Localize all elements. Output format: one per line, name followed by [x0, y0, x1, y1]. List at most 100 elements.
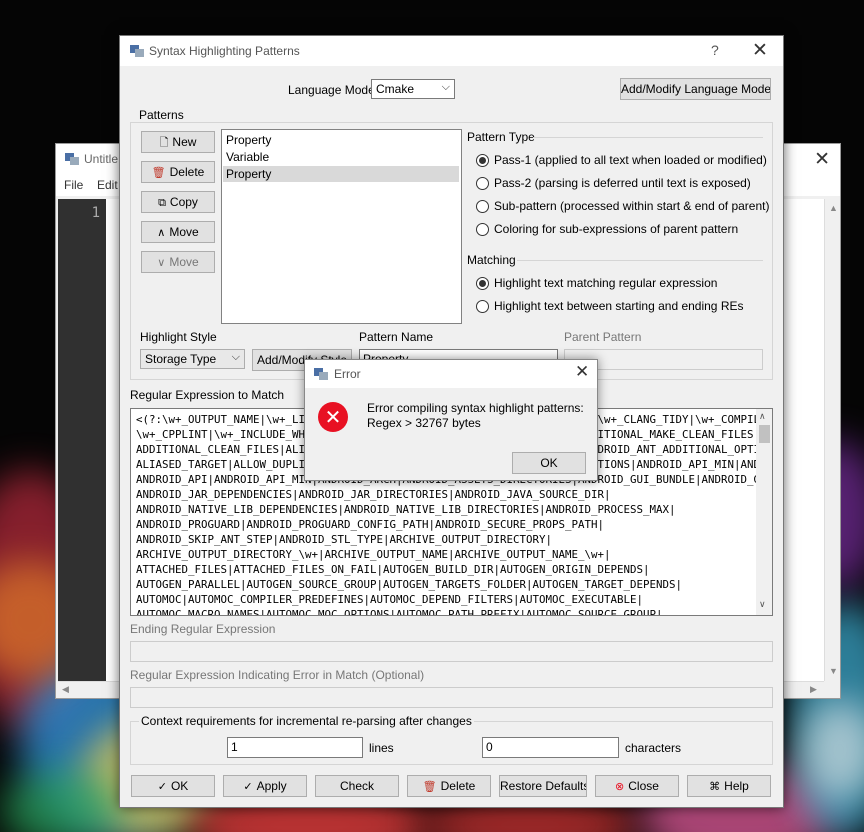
pass2-label: Pass-2 (parsing is deferred until text i…: [494, 176, 751, 190]
line-number: 1: [91, 205, 100, 221]
pattern-list[interactable]: Property Variable Property: [221, 129, 462, 324]
app-icon: [130, 45, 144, 57]
trash-icon: 🗑: [422, 781, 437, 793]
pattern-type-divider: [533, 137, 763, 138]
error-message-line1: Error compiling syntax highlight pattern…: [367, 401, 584, 415]
pattern-list-item[interactable]: Variable: [223, 149, 459, 165]
chevron-down-icon: ∨: [157, 257, 166, 269]
language-mode-select[interactable]: Cmake ⌵: [371, 79, 455, 99]
app-icon: [314, 368, 328, 380]
close-button[interactable]: ⊗ Close: [595, 775, 679, 797]
error-dialog: Error ✕ ✕ Error compiling syntax highlig…: [304, 359, 598, 481]
highlight-style-label: Highlight Style: [140, 330, 217, 344]
menu-file[interactable]: File: [64, 178, 83, 192]
close-icon[interactable]: ✕: [814, 148, 830, 171]
error-ok-button[interactable]: OK: [512, 452, 586, 474]
move-up-button[interactable]: ∧ Move: [141, 221, 215, 243]
help-button[interactable]: ⌘ Help: [687, 775, 771, 797]
pass1-radio[interactable]: [476, 154, 489, 167]
match-between-label: Highlight text between starting and endi…: [494, 299, 744, 313]
regex-line: ANDROID_PROGUARD|ANDROID_PROGUARD_CONFIG…: [136, 518, 605, 531]
regex-label: Regular Expression to Match: [130, 388, 285, 402]
regex-line: ANDROID_NATIVE_LIB_DEPENDENCIES|ANDROID_…: [136, 503, 676, 516]
chevron-down-icon: ⌵: [441, 81, 450, 93]
trash-icon: 🗑: [151, 167, 166, 179]
regex-line: ARCHIVE_OUTPUT_DIRECTORY_\w+|ARCHIVE_OUT…: [136, 548, 611, 561]
pattern-list-item-selected[interactable]: Property: [223, 166, 459, 182]
ok-button[interactable]: ✓ OK: [131, 775, 215, 797]
delete-button[interactable]: 🗑 Delete: [407, 775, 491, 797]
check-icon: ✓: [243, 781, 253, 793]
scroll-down-icon[interactable]: ∨: [759, 599, 766, 610]
pattern-list-item[interactable]: Property: [223, 132, 459, 148]
scroll-left-icon[interactable]: ◀: [62, 684, 69, 695]
copy-icon: ⧉: [158, 197, 166, 209]
regex-scrollbar[interactable]: ∧ ∨: [756, 409, 772, 615]
subexpression-coloring-radio[interactable]: [476, 223, 489, 236]
matching-label: Matching: [467, 253, 516, 267]
regex-line: ANDROID_JAR_DEPENDENCIES|ANDROID_JAR_DIR…: [136, 488, 611, 501]
error-message: Error compiling syntax highlight pattern…: [367, 401, 584, 431]
new-pattern-button[interactable]: 🗋 New: [141, 131, 215, 153]
subpattern-label: Sub-pattern (processed within start & en…: [494, 199, 770, 213]
match-regex-radio[interactable]: [476, 277, 489, 290]
add-modify-language-button[interactable]: Add/Modify Language Mode...: [620, 78, 771, 100]
move-down-button[interactable]: ∨ Move: [141, 251, 215, 273]
scrollbar-thumb[interactable]: [759, 425, 770, 443]
editor-title: Untitle: [84, 152, 119, 166]
check-button[interactable]: Check: [315, 775, 399, 797]
app-icon: [65, 153, 79, 165]
lines-label: lines: [369, 741, 394, 755]
error-message-line2: Regex > 32767 bytes: [367, 416, 481, 430]
chevron-up-icon: ∧: [157, 227, 166, 239]
help-icon: ⌘: [709, 781, 721, 793]
highlight-style-select[interactable]: Storage Type ⌵: [140, 349, 245, 369]
menu-edit[interactable]: Edit: [97, 178, 118, 192]
scroll-up-icon[interactable]: ▲: [829, 203, 838, 213]
language-mode-value: Cmake: [376, 82, 415, 96]
subpattern-radio[interactable]: [476, 200, 489, 213]
pattern-name-label: Pattern Name: [359, 330, 434, 344]
scroll-down-icon[interactable]: ▼: [829, 666, 838, 676]
editor-vertical-scrollbar[interactable]: ▲ ▼: [824, 199, 840, 681]
context-characters-value: 0: [486, 740, 493, 754]
close-icon[interactable]: ✕: [752, 39, 768, 62]
dialog-title: Syntax Highlighting Patterns: [149, 44, 300, 58]
help-question-icon[interactable]: ?: [711, 42, 719, 58]
error-regex-label: Regular Expression Indicating Error in M…: [130, 668, 425, 682]
line-number-gutter: 1: [58, 199, 106, 681]
error-title-bar: Error ✕: [305, 360, 597, 388]
copy-pattern-button[interactable]: ⧉ Copy: [141, 191, 215, 213]
language-mode-label: Language Mode: [288, 83, 375, 97]
context-lines-field[interactable]: 1: [227, 737, 363, 758]
error-title: Error: [334, 367, 361, 381]
regex-line: AUTOGEN_PARALLEL|AUTOGEN_SOURCE_GROUP|AU…: [136, 578, 683, 591]
ending-regex-label: Ending Regular Expression: [130, 622, 276, 636]
regex-line: ATTACHED_FILES|ATTACHED_FILES_ON_FAIL|AU…: [136, 563, 650, 576]
matching-divider: [517, 260, 763, 261]
error-body: ✕ Error compiling syntax highlight patte…: [305, 388, 597, 482]
pass1-label: Pass-1 (applied to all text when loaded …: [494, 153, 767, 167]
match-regex-label: Highlight text matching regular expressi…: [494, 276, 718, 290]
error-regex-field[interactable]: [130, 687, 773, 708]
dialog-title-bar: Syntax Highlighting Patterns ? ✕: [120, 36, 783, 66]
context-characters-field[interactable]: 0: [482, 737, 619, 758]
close-circle-icon: ⊗: [615, 781, 625, 793]
scroll-right-icon[interactable]: ▶: [810, 684, 817, 695]
pass2-radio[interactable]: [476, 177, 489, 190]
scroll-up-icon[interactable]: ∧: [759, 411, 766, 422]
apply-button[interactable]: ✓ Apply: [223, 775, 307, 797]
match-between-radio[interactable]: [476, 300, 489, 313]
context-lines-value: 1: [231, 740, 238, 754]
delete-pattern-button[interactable]: 🗑 Delete: [141, 161, 215, 183]
regex-line: AUTOMOC_MACRO_NAMES|AUTOMOC_MOC_OPTIONS|…: [136, 608, 663, 616]
error-icon: ✕: [318, 402, 348, 432]
subexpression-coloring-label: Coloring for sub-expressions of parent p…: [494, 222, 739, 236]
restore-defaults-button[interactable]: Restore Defaults: [499, 775, 587, 797]
new-file-icon: 🗋: [159, 137, 169, 149]
close-icon[interactable]: ✕: [575, 362, 589, 382]
characters-label: characters: [625, 741, 682, 755]
chevron-down-icon: ⌵: [231, 351, 240, 363]
ending-regex-field[interactable]: [130, 641, 773, 662]
patterns-group-label: Patterns: [139, 108, 184, 122]
